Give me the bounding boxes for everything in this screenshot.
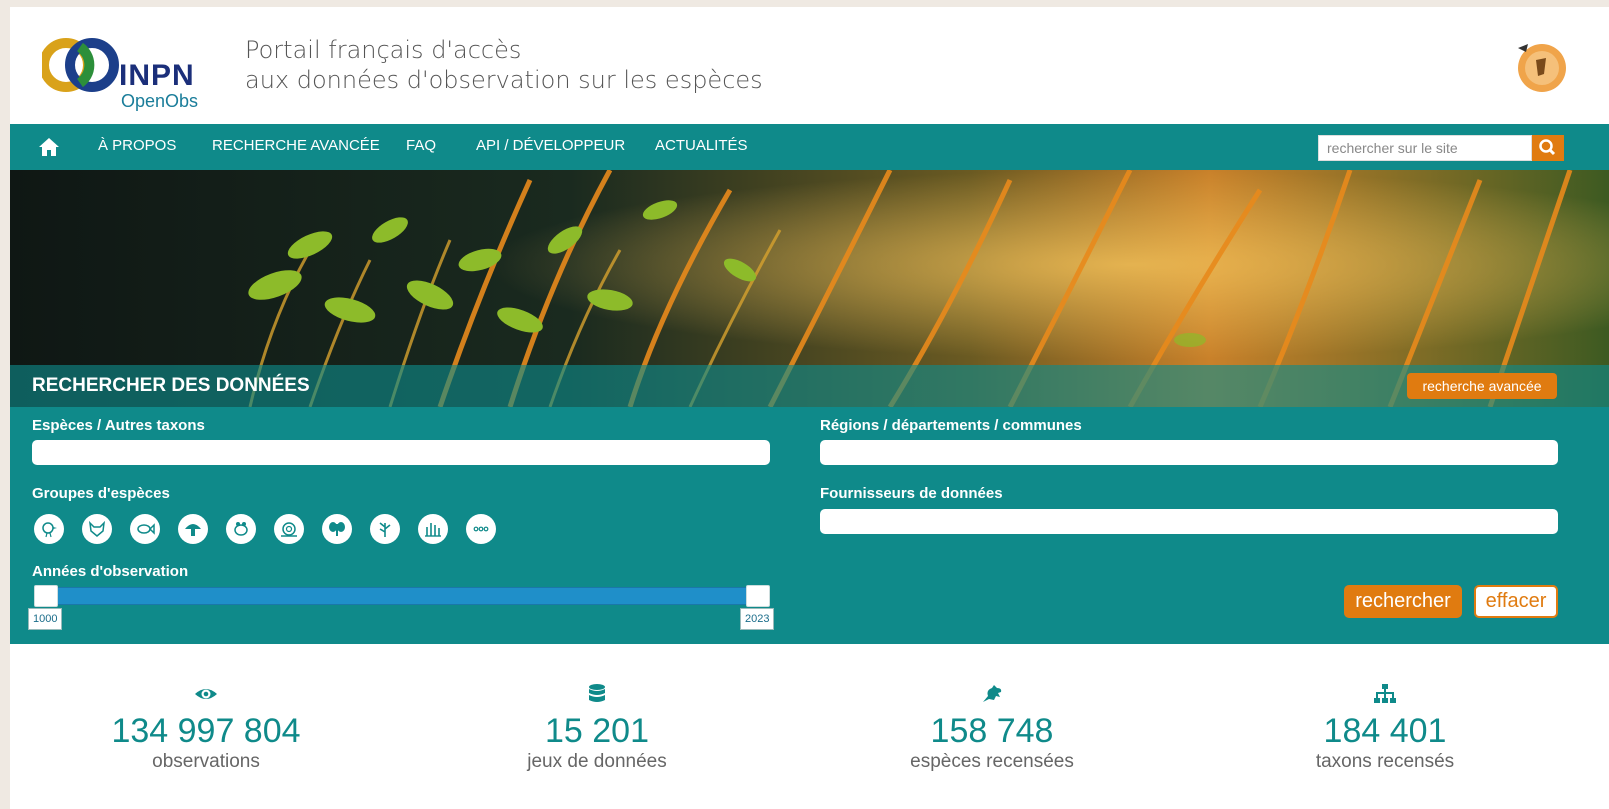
site-search-button[interactable] — [1532, 135, 1564, 161]
eye-icon — [195, 689, 217, 699]
species-input[interactable] — [32, 440, 770, 465]
stat-taxa-value: 184 401 — [1323, 712, 1447, 750]
nav-recherche-avancee[interactable]: RECHERCHE AVANCÉE — [212, 137, 380, 154]
species-label: Espèces / Autres taxons — [32, 417, 205, 434]
mammal-icon — [88, 520, 106, 537]
frog-icon — [983, 685, 1002, 702]
search-section-title: RECHERCHER DES DONNÉES — [32, 375, 310, 396]
group-plant-button[interactable] — [370, 514, 400, 544]
years-label: Années d'observation — [32, 563, 189, 580]
years-slider-track[interactable] — [34, 587, 770, 605]
stat-datasets-label: jeux de données — [527, 751, 667, 772]
group-more-button[interactable] — [466, 514, 496, 544]
logo-sub: OpenObs — [121, 91, 199, 111]
insect-icon — [329, 522, 345, 536]
tagline-line-1: Portail français d'accès — [245, 36, 522, 64]
home-icon[interactable] — [38, 137, 60, 157]
inpn-openobs-logo[interactable]: INPN OpenObs — [39, 29, 222, 111]
year-max-label: 2023 — [740, 608, 775, 630]
group-mushroom-button[interactable] — [178, 514, 208, 544]
amphibian-icon — [234, 522, 248, 536]
site-tagline: Portail français d'accès aux données d'o… — [245, 35, 763, 95]
providers-label: Fournisseurs de données — [820, 485, 1003, 502]
advanced-search-button[interactable]: recherche avancée — [1407, 373, 1557, 399]
stat-observations-value: 134 997 804 — [111, 712, 301, 750]
year-min-label: 1000 — [28, 608, 63, 630]
search-icon — [1539, 139, 1556, 156]
site-search-input[interactable]: rechercher sur le site — [1318, 135, 1532, 161]
moss-icon — [425, 523, 441, 537]
nav-a-propos[interactable]: À PROPOS — [98, 137, 176, 154]
search-submit-button[interactable]: rechercher — [1344, 585, 1462, 618]
mushroom-icon — [185, 524, 201, 536]
fish-icon — [137, 523, 155, 535]
group-mammal-button[interactable] — [82, 514, 112, 544]
more-icon — [473, 526, 489, 532]
page: INPN OpenObs Portail français d'accès au… — [10, 7, 1609, 809]
search-clear-button[interactable]: effacer — [1474, 585, 1558, 618]
nav-faq[interactable]: FAQ — [406, 137, 436, 154]
stat-observations-label: observations — [152, 751, 260, 772]
database-icon — [589, 684, 605, 702]
group-amphibian-button[interactable] — [226, 514, 256, 544]
regions-input[interactable] — [820, 440, 1558, 465]
stat-taxa-label: taxons recensés — [1315, 751, 1455, 772]
nav-api-developpeur[interactable]: API / DÉVELOPPEUR — [476, 137, 625, 154]
logo-rings-icon — [39, 38, 119, 92]
group-moss-button[interactable] — [418, 514, 448, 544]
years-slider-max-handle[interactable] — [746, 585, 770, 607]
nav-actualites[interactable]: ACTUALITÉS — [655, 137, 748, 154]
main-navbar: À PROPOS RECHERCHE AVANCÉE FAQ API / DÉV… — [10, 124, 1609, 170]
stat-species-value: 158 748 — [930, 712, 1054, 750]
group-insect-button[interactable] — [322, 514, 352, 544]
site-header: INPN OpenObs Portail français d'accès au… — [10, 7, 1609, 124]
partner-logo-icon[interactable] — [1510, 34, 1570, 94]
bird-icon — [42, 522, 57, 538]
stat-species-label: espèces recensées — [910, 751, 1074, 772]
plant-icon — [379, 522, 391, 537]
species-groups-label: Groupes d'espèces — [32, 485, 170, 502]
search-title-bar: RECHERCHER DES DONNÉES recherche avancée — [10, 365, 1609, 407]
group-bird-button[interactable] — [34, 514, 64, 544]
group-snail-button[interactable] — [274, 514, 304, 544]
tagline-line-2: aux données d'observation sur les espèce… — [245, 66, 763, 94]
years-slider-min-handle[interactable] — [34, 585, 58, 607]
logo-word: INPN — [119, 59, 195, 92]
providers-input[interactable] — [820, 509, 1558, 534]
group-fish-button[interactable] — [130, 514, 160, 544]
snail-icon — [281, 522, 297, 537]
stat-datasets-value: 15 201 — [545, 712, 649, 750]
sitemap-icon — [1374, 684, 1396, 703]
regions-label: Régions / départements / communes — [820, 417, 1082, 434]
